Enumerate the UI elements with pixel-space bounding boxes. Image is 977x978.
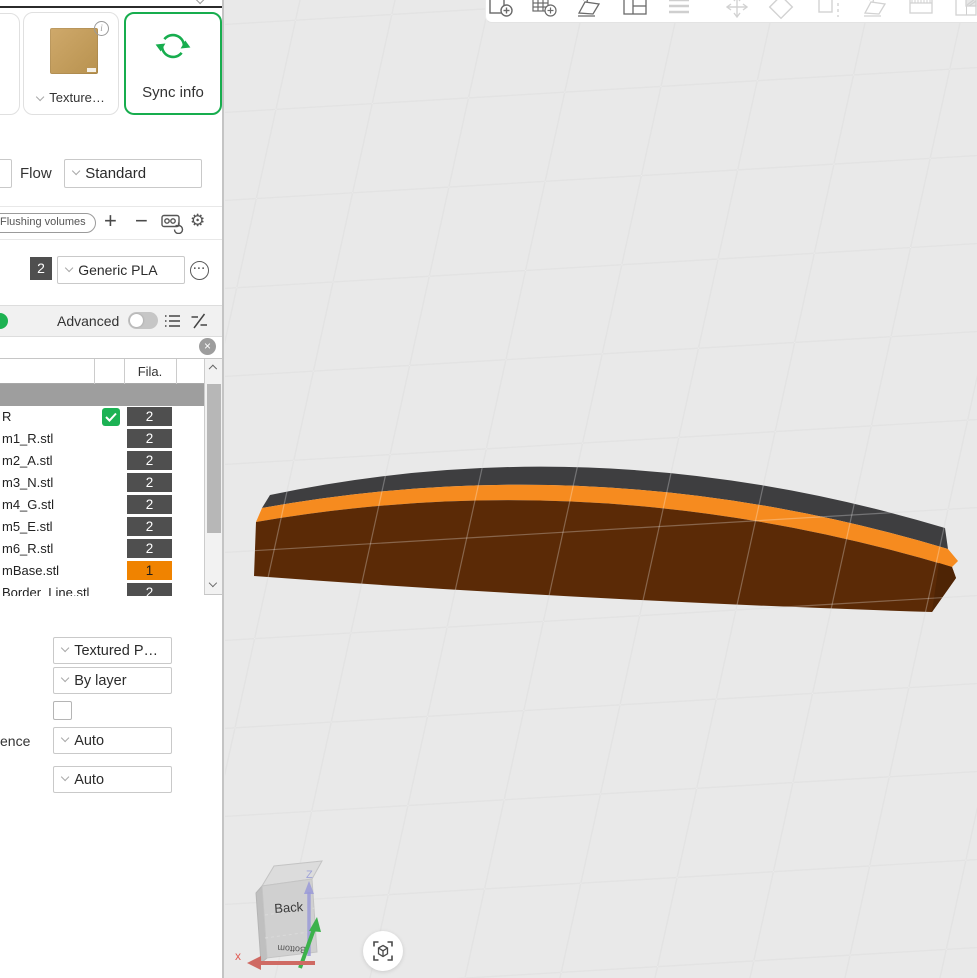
- table-row[interactable]: m5_E.stl 2: [0, 516, 204, 538]
- fit-view-button[interactable]: [363, 931, 403, 971]
- sequence-label: ence: [0, 733, 30, 749]
- ams-sync-icon[interactable]: [160, 212, 184, 234]
- cube-bottom-label[interactable]: Bottom: [277, 943, 306, 955]
- flushing-volumes-button[interactable]: Flushing volumes: [0, 213, 96, 233]
- plate-sticker: [87, 68, 96, 72]
- filament-select[interactable]: Generic PLA: [57, 256, 185, 284]
- chevron-down-icon: [72, 167, 81, 176]
- object-name: m5_E.stl: [2, 516, 53, 538]
- gear-icon[interactable]: ⚙: [190, 211, 205, 231]
- filament-badge[interactable]: 2: [127, 473, 172, 492]
- plate-type-card[interactable]: i Texture…: [23, 12, 119, 115]
- filament-badge[interactable]: 2: [127, 583, 172, 596]
- panel-top-divider: [0, 6, 222, 8]
- flushing-row: Flushing volumes + − ⚙: [0, 206, 222, 240]
- object-name: m1_R.stl: [2, 428, 53, 450]
- plate-type-label[interactable]: Texture…: [24, 90, 118, 105]
- filament-badge[interactable]: 2: [127, 407, 172, 426]
- scroll-up-icon[interactable]: [209, 365, 217, 373]
- advanced-bar: Advanced: [0, 305, 222, 337]
- z-axis-label: Z: [306, 869, 313, 881]
- table-row[interactable]: m6_R.stl 2: [0, 538, 204, 560]
- filament-badge[interactable]: 2: [127, 429, 172, 448]
- sync-info-button[interactable]: Sync info: [124, 12, 222, 115]
- table-scrollbar[interactable]: [204, 359, 222, 594]
- textured-plate-thumbnail: [50, 28, 98, 74]
- table-row[interactable]: R2: [0, 406, 204, 428]
- filament-index-badge[interactable]: 2: [30, 257, 52, 280]
- objects-table: Fila. R2m1_R.stl2m2_A.stl2m3_N.stl2m4_G.…: [0, 358, 222, 595]
- table-row[interactable]: Border_Line.stl 2: [0, 582, 204, 596]
- object-name: mBase.stl: [2, 560, 59, 582]
- chevron-down-icon: [61, 773, 70, 782]
- sync-info-label: Sync info: [126, 84, 220, 101]
- auto-select[interactable]: Auto: [53, 766, 172, 793]
- collapse-chevron-icon[interactable]: [196, 0, 205, 4]
- chevron-down-icon: [65, 264, 74, 273]
- chevron-down-icon: [61, 674, 70, 683]
- checkbox-checked[interactable]: [102, 408, 120, 426]
- object-rows: R2m1_R.stl2m2_A.stl2m3_N.stl2m4_G.stl2m5…: [0, 384, 204, 596]
- filament-badge[interactable]: 2: [127, 539, 172, 558]
- cube-back-label[interactable]: Back: [274, 899, 304, 916]
- option-checkbox[interactable]: [53, 701, 72, 720]
- object-name: R: [2, 406, 11, 428]
- table-row[interactable]: m3_N.stl 2: [0, 472, 204, 494]
- object-name: m4_G.stl: [2, 494, 54, 516]
- x-axis-label: x: [235, 949, 241, 963]
- fit-view-cube-icon: [372, 940, 394, 962]
- tune-icon[interactable]: [190, 313, 208, 329]
- nav-cube[interactable]: Back Bottom Z x: [235, 861, 322, 970]
- chevron-down-icon: [61, 734, 70, 743]
- toggle-knob: [130, 314, 143, 327]
- table-row[interactable]: m4_G.stl 2: [0, 494, 204, 516]
- object-name: m6_R.stl: [2, 538, 53, 560]
- chevron-down-icon: [36, 93, 45, 102]
- advanced-label: Advanced: [57, 313, 119, 329]
- status-dot: [0, 313, 8, 329]
- table-row[interactable]: mBase.stl 1: [0, 560, 204, 582]
- sequence-select[interactable]: Auto: [53, 727, 172, 754]
- object-name: m3_N.stl: [2, 472, 53, 494]
- scrollbar-thumb[interactable]: [207, 384, 221, 533]
- color-mode-select[interactable]: By layer: [53, 667, 172, 694]
- flow-label: Flow: [20, 165, 52, 182]
- remove-filament-button[interactable]: −: [135, 210, 148, 232]
- filament-badge[interactable]: 1: [127, 561, 172, 580]
- table-row[interactable]: m2_A.stl 2: [0, 450, 204, 472]
- scroll-down-icon[interactable]: [209, 579, 217, 587]
- partial-input[interactable]: [0, 159, 12, 188]
- filament-badge[interactable]: 2: [127, 451, 172, 470]
- left-panel: i Texture… Sync info Flow Standard Flush…: [0, 0, 224, 978]
- info-icon[interactable]: i: [94, 21, 109, 36]
- filament-more-button[interactable]: ···: [190, 261, 209, 280]
- object-name: m2_A.stl: [2, 450, 53, 472]
- printer-card-partial[interactable]: [0, 13, 20, 115]
- filament-column-header: Fila.: [124, 359, 176, 384]
- plate-type-select[interactable]: Textured P…: [53, 637, 172, 664]
- filament-badge[interactable]: 2: [127, 517, 172, 536]
- objects-table-header: Fila.: [0, 359, 204, 384]
- list-view-icon[interactable]: [164, 313, 181, 329]
- nav-cube-layer: Back Bottom Z x: [225, 0, 977, 978]
- filament-badge[interactable]: 2: [127, 495, 172, 514]
- close-icon[interactable]: ×: [199, 338, 216, 355]
- object-name: Border_Line.stl: [2, 582, 89, 596]
- add-filament-button[interactable]: +: [104, 210, 117, 232]
- table-row[interactable]: [0, 384, 204, 406]
- chevron-down-icon: [61, 644, 70, 653]
- viewport-3d[interactable]: Back Bottom Z x: [225, 0, 977, 978]
- flow-select[interactable]: Standard: [64, 159, 202, 188]
- column-divider: [94, 359, 95, 384]
- table-row[interactable]: m1_R.stl 2: [0, 428, 204, 450]
- column-divider: [176, 359, 177, 384]
- sync-icon: [151, 28, 195, 66]
- advanced-toggle[interactable]: [128, 312, 158, 329]
